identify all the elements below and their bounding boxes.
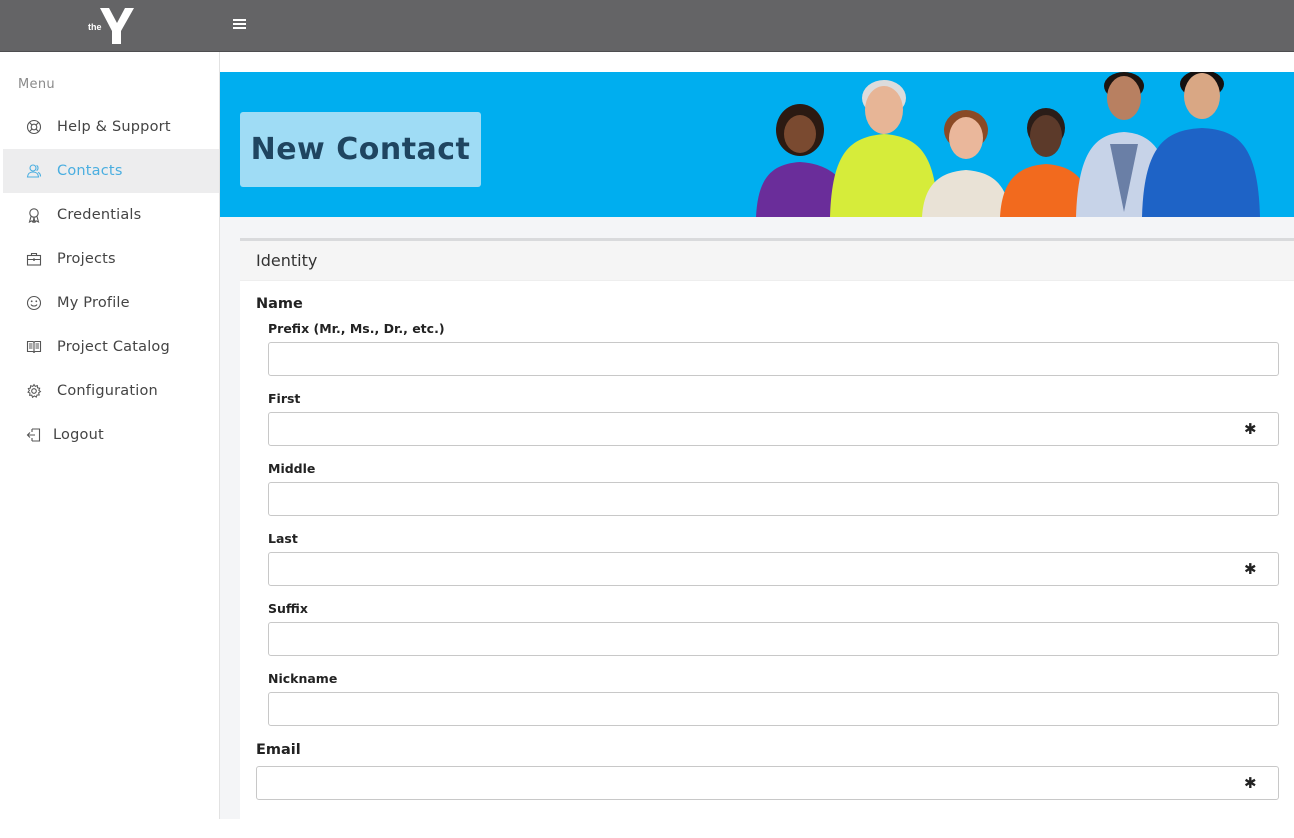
middle-name-label: Middle	[268, 461, 316, 476]
sidebar-item-label: Configuration	[57, 383, 158, 399]
email-section-label: Email	[256, 742, 301, 758]
ymca-logo[interactable]: the	[84, 6, 138, 46]
menu-title: Menu	[18, 77, 55, 92]
nickname-label: Nickname	[268, 671, 338, 686]
gear-icon	[25, 382, 43, 400]
sidebar-item-label: Projects	[57, 251, 116, 267]
last-name-input[interactable]	[268, 552, 1279, 586]
briefcase-icon	[25, 250, 43, 268]
main-content: New Contact Identity Name Prefix (Mr., M…	[220, 52, 1294, 838]
sidebar: Menu Help & Support Contacts Credentials…	[0, 52, 220, 819]
sidebar-item-label: Credentials	[57, 207, 142, 223]
last-name-label: Last	[268, 531, 298, 546]
identity-panel: Identity Name Prefix (Mr., Ms., Dr., etc…	[240, 238, 1294, 838]
required-asterisk-icon: ✱	[1244, 560, 1257, 578]
sidebar-item-label: Contacts	[57, 163, 123, 179]
middle-name-input[interactable]	[268, 482, 1279, 516]
first-name-input[interactable]	[268, 412, 1279, 446]
lifebuoy-icon	[25, 118, 43, 136]
sidebar-item-label: Logout	[53, 427, 104, 443]
nickname-input[interactable]	[268, 692, 1279, 726]
email-input[interactable]	[256, 766, 1279, 800]
name-section-label: Name	[256, 296, 303, 312]
prefix-label: Prefix (Mr., Ms., Dr., etc.)	[268, 321, 445, 336]
hero-title-box: New Contact	[240, 112, 481, 187]
people-banner-image	[756, 72, 1260, 217]
y-logo-icon	[100, 8, 134, 44]
smiley-icon	[25, 294, 43, 312]
book-icon	[25, 338, 43, 356]
sidebar-item-contacts[interactable]: Contacts	[3, 149, 219, 193]
required-asterisk-icon: ✱	[1244, 420, 1257, 438]
logout-icon	[25, 426, 43, 444]
suffix-input[interactable]	[268, 622, 1279, 656]
sidebar-item-credentials[interactable]: Credentials	[3, 193, 219, 237]
sidebar-item-logout[interactable]: Logout	[3, 413, 219, 457]
suffix-label: Suffix	[268, 601, 308, 616]
sidebar-item-label: Help & Support	[57, 119, 171, 135]
sidebar-item-help-support[interactable]: Help & Support	[3, 105, 219, 149]
sidebar-nav: Help & Support Contacts Credentials Proj…	[3, 105, 219, 457]
hero-banner: New Contact	[220, 72, 1294, 217]
sidebar-item-label: My Profile	[57, 295, 130, 311]
panel-title: Identity	[240, 241, 1294, 281]
badge-icon	[25, 206, 43, 224]
hamburger-menu-icon[interactable]	[233, 17, 251, 35]
sidebar-item-label: Project Catalog	[57, 339, 170, 355]
required-asterisk-icon: ✱	[1244, 774, 1257, 792]
first-name-label: First	[268, 391, 301, 406]
page-title: New Contact	[250, 132, 471, 167]
sidebar-item-configuration[interactable]: Configuration	[3, 369, 219, 413]
sidebar-item-projects[interactable]: Projects	[3, 237, 219, 281]
users-icon	[25, 162, 43, 180]
sidebar-item-my-profile[interactable]: My Profile	[3, 281, 219, 325]
prefix-input[interactable]	[268, 342, 1279, 376]
sidebar-item-project-catalog[interactable]: Project Catalog	[3, 325, 219, 369]
top-bar: the	[0, 0, 1294, 52]
